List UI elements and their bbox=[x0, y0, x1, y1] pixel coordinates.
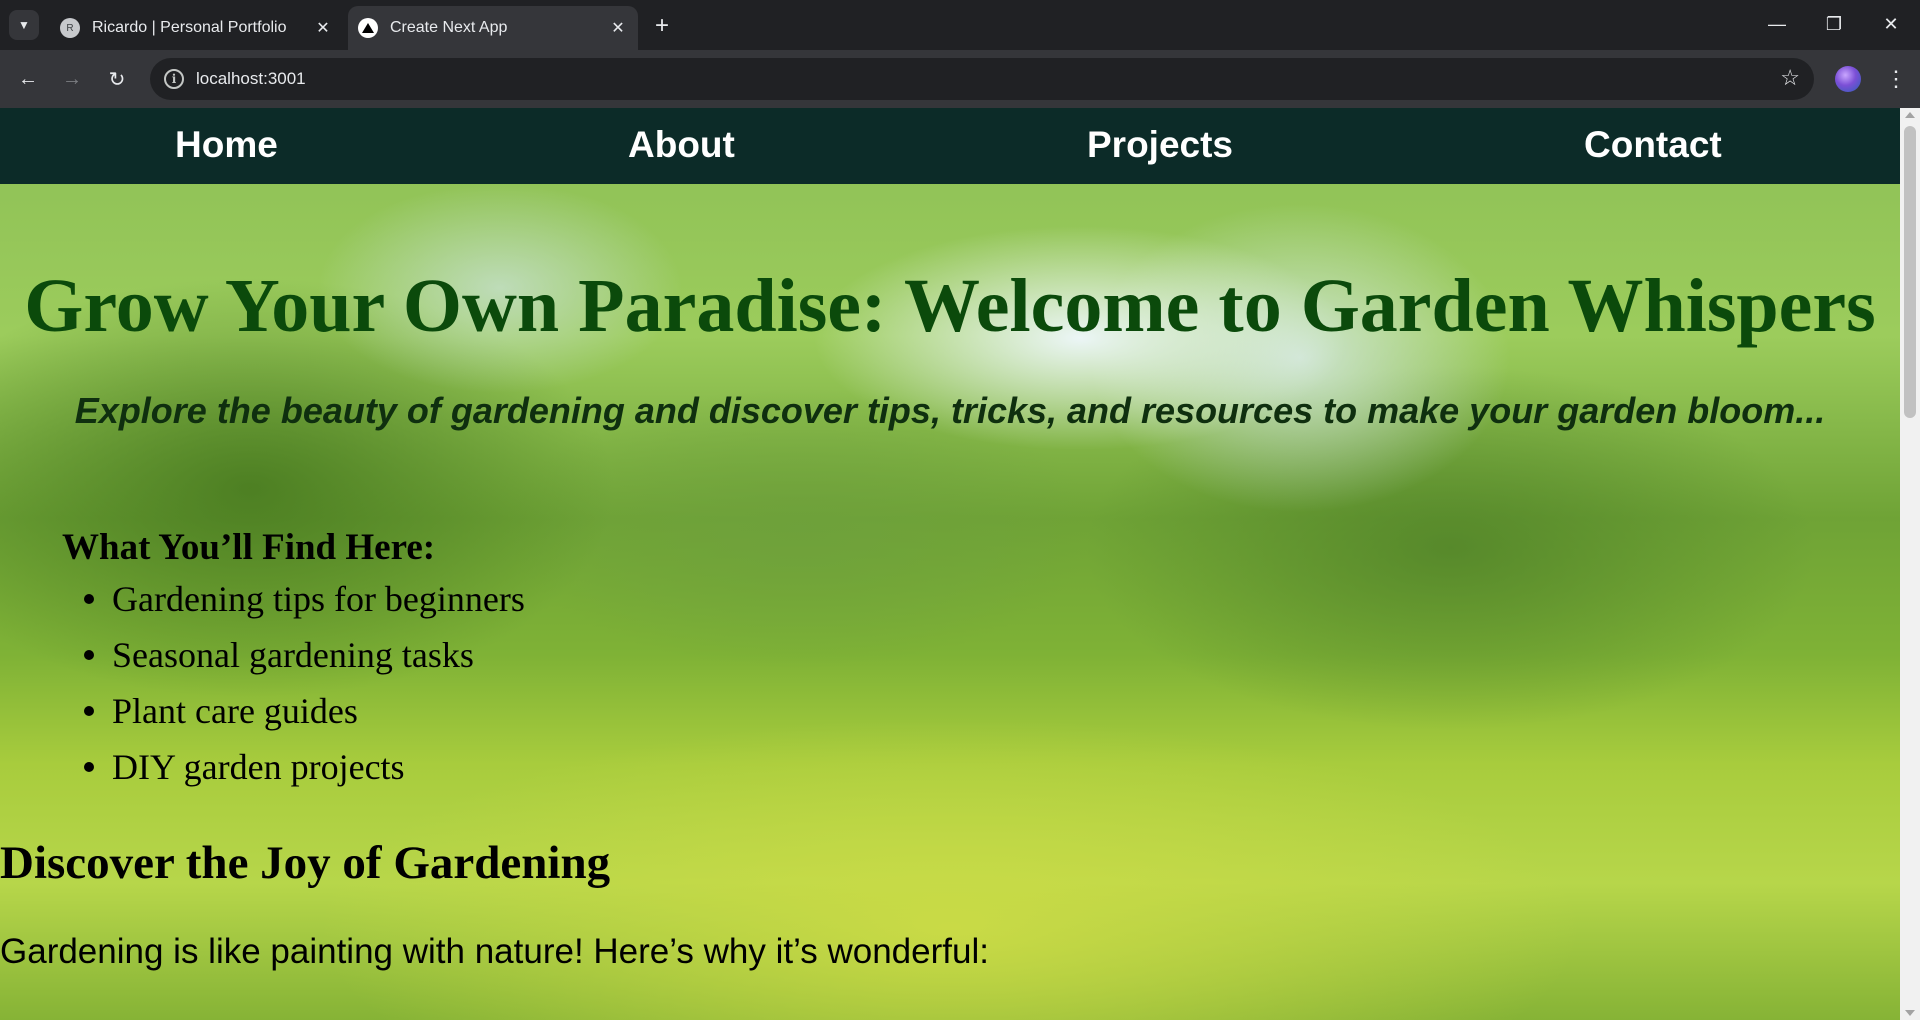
close-icon[interactable]: ✕ bbox=[606, 16, 630, 40]
info-icon[interactable]: i bbox=[164, 69, 184, 89]
list-item: DIY garden projects bbox=[72, 746, 525, 802]
features-list: Gardening tips for beginners Seasonal ga… bbox=[72, 578, 525, 802]
arrow-right-icon[interactable]: → bbox=[56, 63, 88, 95]
tab-strip: ▼ R Ricardo | Personal Portfolio ✕ Creat… bbox=[0, 0, 1920, 50]
features-heading: What You’ll Find Here: bbox=[62, 527, 436, 568]
arrow-left-icon[interactable]: ← bbox=[12, 63, 44, 95]
tab-title: Ricardo | Personal Portfolio bbox=[92, 19, 287, 36]
hero-subtitle: Explore the beauty of gardening and disc… bbox=[74, 390, 1826, 431]
list-item-text: DIY garden projects bbox=[112, 747, 405, 787]
site-navbar: Home About Projects Contact bbox=[0, 108, 1900, 184]
tab-create-next-app[interactable]: Create Next App ✕ bbox=[348, 6, 638, 50]
list-item-text: Plant care guides bbox=[112, 691, 358, 731]
restore-icon[interactable]: ❐ bbox=[1814, 8, 1854, 40]
list-item: Gardening tips for beginners bbox=[72, 578, 525, 634]
close-window-icon[interactable]: ✕ bbox=[1871, 8, 1911, 40]
page-scrollbar[interactable] bbox=[1900, 108, 1920, 1020]
url-text[interactable]: localhost:3001 bbox=[196, 69, 306, 89]
kebab-menu-icon[interactable]: ⋮ bbox=[1880, 63, 1912, 95]
tab-portfolio[interactable]: R Ricardo | Personal Portfolio ✕ bbox=[50, 6, 343, 50]
joy-heading: Discover the Joy of Gardening bbox=[0, 837, 611, 889]
bullet-icon bbox=[84, 762, 94, 772]
reload-icon[interactable]: ↻ bbox=[101, 63, 133, 95]
hero-title: Grow Your Own Paradise: Welcome to Garde… bbox=[24, 264, 1876, 348]
close-icon[interactable]: ✕ bbox=[311, 16, 335, 40]
scroll-up-icon[interactable] bbox=[1905, 112, 1915, 118]
list-item: Seasonal gardening tasks bbox=[72, 634, 525, 690]
bullet-icon bbox=[84, 650, 94, 660]
tab-favicon: R bbox=[60, 18, 80, 38]
star-icon[interactable]: ☆ bbox=[1780, 65, 1800, 91]
bullet-icon bbox=[84, 706, 94, 716]
list-item-text: Gardening tips for beginners bbox=[112, 579, 525, 619]
avatar[interactable] bbox=[1835, 66, 1861, 92]
list-item: Plant care guides bbox=[72, 690, 525, 746]
nav-home-link[interactable]: Home bbox=[175, 124, 278, 166]
nav-about-link[interactable]: About bbox=[628, 124, 735, 166]
page-viewport: Home About Projects Contact Grow Your Ow… bbox=[0, 108, 1920, 1020]
address-bar[interactable]: i localhost:3001 ☆ bbox=[150, 58, 1814, 100]
minimize-icon[interactable]: — bbox=[1757, 8, 1797, 40]
joy-paragraph: Gardening is like painting with nature! … bbox=[0, 932, 989, 971]
scrollbar-thumb[interactable] bbox=[1904, 126, 1916, 418]
scroll-down-icon[interactable] bbox=[1905, 1010, 1915, 1016]
tab-favicon bbox=[358, 18, 378, 38]
tab-title: Create Next App bbox=[390, 19, 508, 36]
chevron-down-icon[interactable]: ▼ bbox=[9, 10, 39, 40]
plus-icon[interactable]: + bbox=[648, 12, 676, 40]
bullet-icon bbox=[84, 594, 94, 604]
list-item-text: Seasonal gardening tasks bbox=[112, 635, 474, 675]
nav-projects-link[interactable]: Projects bbox=[1087, 124, 1233, 166]
browser-toolbar: ← → ↻ i localhost:3001 ☆ ⋮ bbox=[0, 50, 1920, 108]
nav-contact-link[interactable]: Contact bbox=[1584, 124, 1722, 166]
